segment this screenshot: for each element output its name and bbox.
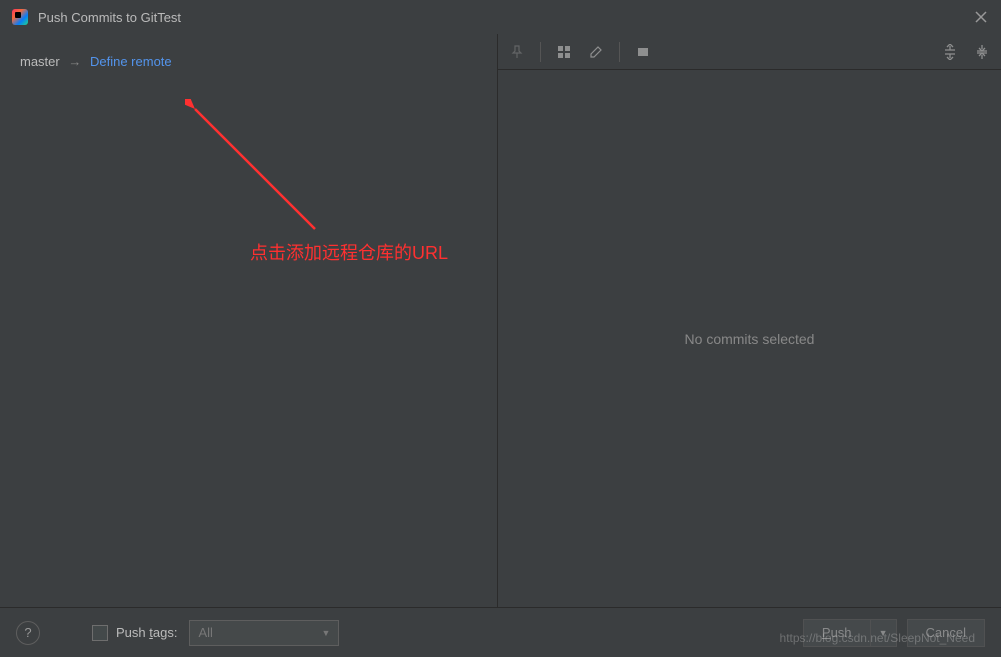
window-title: Push Commits to GitTest (38, 10, 973, 25)
push-dropdown-button[interactable]: ▼ (871, 619, 897, 647)
rect-icon[interactable] (634, 43, 652, 61)
footer: ? Push tags: All ▼ Push ▼ Cancel (0, 607, 1001, 657)
push-tags-dropdown[interactable]: All ▼ (189, 620, 339, 646)
annotation-arrow (185, 99, 345, 259)
left-panel: master → Define remote 点击添加远程仓库的URL (0, 34, 498, 607)
right-panel: No commits selected (498, 34, 1001, 607)
content-area: master → Define remote 点击添加远程仓库的URL (0, 34, 1001, 607)
help-button[interactable]: ? (16, 621, 40, 645)
chevron-down-icon: ▼ (322, 628, 331, 638)
arrow-icon: → (68, 54, 81, 69)
push-tags-label: Push tags: (116, 625, 177, 640)
right-content: No commits selected (498, 70, 1001, 607)
close-icon[interactable] (973, 9, 989, 25)
collapse-all-icon[interactable] (973, 43, 991, 61)
cancel-button[interactable]: Cancel (907, 619, 985, 647)
edit-icon[interactable] (587, 43, 605, 61)
toolbar-separator (540, 42, 541, 62)
local-branch-label: master (20, 54, 60, 69)
push-tags-checkbox[interactable] (92, 625, 108, 641)
no-commits-text: No commits selected (685, 331, 815, 347)
expand-all-icon[interactable] (941, 43, 959, 61)
right-toolbar (498, 34, 1001, 70)
push-tags-checkbox-wrap: Push tags: (92, 625, 177, 641)
push-button[interactable]: Push (803, 619, 871, 647)
app-icon (12, 9, 28, 25)
pin-icon (508, 43, 526, 61)
dropdown-value: All (198, 625, 212, 640)
toolbar-separator (619, 42, 620, 62)
define-remote-link[interactable]: Define remote (90, 54, 172, 69)
grid-icon[interactable] (555, 43, 573, 61)
button-group: Push ▼ Cancel (803, 619, 985, 647)
branch-line: master → Define remote (20, 54, 477, 69)
push-button-wrap: Push ▼ (803, 619, 897, 647)
titlebar: Push Commits to GitTest (0, 0, 1001, 34)
annotation-text: 点击添加远程仓库的URL (250, 239, 448, 265)
